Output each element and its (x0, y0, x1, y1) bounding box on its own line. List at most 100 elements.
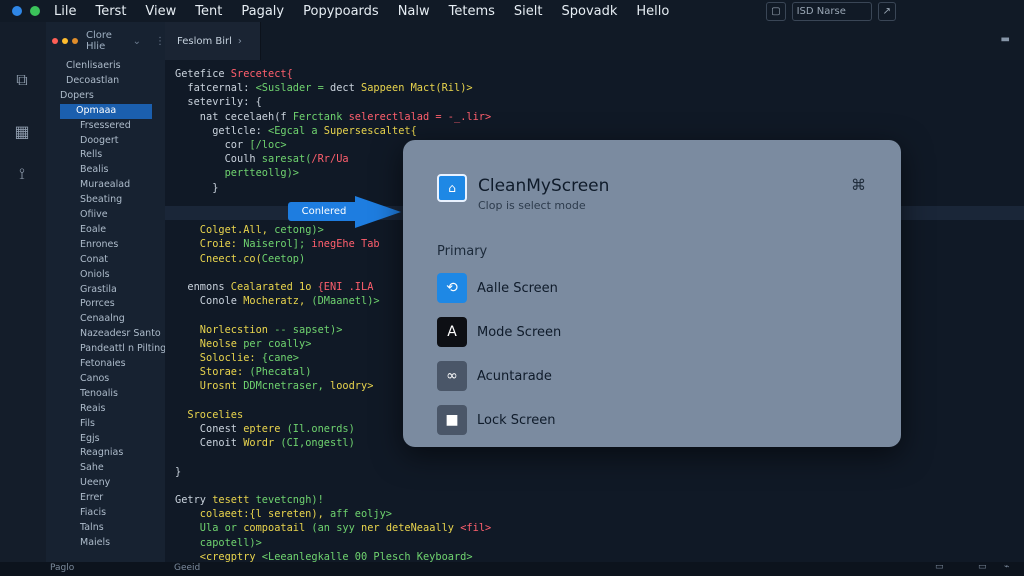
window-control-blue[interactable] (12, 6, 22, 16)
files-icon[interactable]: ⧉ (12, 70, 32, 90)
status-icon-a[interactable]: ▭ (935, 562, 944, 572)
code-line: } (175, 182, 218, 194)
tree-item[interactable]: Ueeny (80, 477, 110, 488)
tree-item[interactable]: Porrces (80, 298, 115, 309)
tree-item[interactable]: Errer (80, 492, 103, 503)
tab-active[interactable]: Feslom Birl › (165, 22, 261, 60)
code-line: Storae: (Phecatal) (175, 366, 312, 378)
menu-item[interactable]: Pagaly (241, 4, 284, 19)
section-heading: Primary (437, 244, 488, 259)
tree-item[interactable]: Fetonaies (80, 358, 126, 369)
code-token: Cneect.co( (175, 252, 262, 265)
code-token: Conole (175, 295, 244, 308)
tree-item[interactable]: Muraealad (80, 179, 130, 190)
tree-item[interactable]: Clenlisaeris (66, 60, 121, 71)
tree-item[interactable]: Bealis (80, 164, 108, 175)
option-lock[interactable]: ■ Lock Screen (437, 404, 867, 436)
status-icon-c[interactable]: ⌁ (1004, 562, 1009, 572)
code-token: Sappeen Mact(Ril)> (361, 82, 473, 95)
status-icon-b[interactable]: ▭ (978, 562, 987, 572)
share-icon[interactable]: ↗ (877, 2, 896, 21)
code-token: Srecetect{ (230, 68, 293, 80)
menu-items: Lile Terst View Tent Pagaly Popypoards Nalw Tet… (54, 4, 688, 19)
code-token: getlcle: (175, 124, 268, 137)
option-text-cursor[interactable]: A Mode Screen (437, 316, 867, 348)
code-token: colaeet:{l sereten), (175, 508, 330, 521)
link-icon: ∞ (437, 361, 467, 391)
tree-item[interactable]: Fils (80, 418, 95, 429)
search-field[interactable]: ISD Narse (791, 2, 872, 21)
tree-item[interactable]: Egjs (80, 433, 100, 444)
more-icon[interactable]: ⋮ (155, 36, 165, 47)
code-line: Conest eptere (Il.onerds) (175, 423, 355, 435)
option-link[interactable]: ∞ Acuntarade (437, 360, 867, 392)
code-line: Getry tesett tevetcngh)! (175, 494, 324, 506)
code-token: <Egcal a (268, 124, 324, 137)
tree-item[interactable]: Sahe (80, 462, 104, 473)
menu-item[interactable]: Hello (636, 4, 669, 19)
tree-item[interactable]: Fiacis (80, 507, 106, 518)
code-line: Cneect.co(Ceetop) (175, 253, 305, 265)
explorer-panel: Clore Hlie ⌄ ⋮ Clenlisaeris Decoastlan Dop… (46, 22, 210, 562)
code-token: (CI,ongestl) (280, 437, 355, 450)
pin-icon[interactable]: ⌘ (851, 176, 866, 194)
tree-item[interactable]: Enrones (80, 239, 118, 250)
code-token: nat (175, 110, 225, 123)
chevron-down-icon[interactable]: ⌄ (133, 36, 141, 47)
code-token: aff eoljy> (329, 508, 392, 521)
tab-bar: Feslom Birl › ▬ (165, 22, 1024, 60)
tree-item[interactable]: Tenoalis (80, 388, 118, 399)
tree-item[interactable]: Maiels (80, 537, 110, 548)
tree-item[interactable]: Grastila (80, 284, 117, 295)
window-control-green[interactable] (30, 6, 40, 16)
tree-item[interactable]: Decoastlan (66, 75, 119, 86)
code-token: (DMaanetl)> (311, 295, 380, 308)
extensions-icon[interactable]: ▦ (12, 122, 32, 142)
code-line: Coulh saresat(/Rr/Ua (175, 153, 349, 165)
code-line: setevrily: { (175, 96, 261, 108)
menu-item[interactable]: View (145, 4, 176, 19)
refresh-screen-icon: ⟲ (437, 273, 467, 303)
menu-item[interactable]: Tent (195, 4, 222, 19)
tree-item[interactable]: Dopers (60, 90, 94, 101)
tree-item[interactable]: Talns (80, 522, 104, 533)
code-token: <cregptry (175, 550, 262, 563)
lock-icon: ■ (437, 405, 467, 435)
tree-item[interactable]: Nazeadesr Santo (80, 328, 161, 339)
callout-badge: Conlered (288, 202, 360, 221)
callout-label: Conlered (301, 206, 347, 217)
status-middle: Geeid (174, 563, 201, 573)
tree-item[interactable]: Frsessered (80, 120, 131, 131)
option-refresh-screen[interactable]: ⟲ Aalle Screen (437, 272, 867, 304)
menu-item[interactable]: Sielt (514, 4, 543, 19)
source-control-icon[interactable]: ⟟ (12, 164, 32, 184)
code-token: compoatail (243, 522, 312, 535)
tree-item[interactable]: Reais (80, 403, 105, 414)
tree-item[interactable]: Sbeating (80, 194, 122, 205)
window-icon[interactable]: ▢ (766, 2, 786, 21)
tree-item[interactable]: Pandeattl n Pilting (80, 343, 166, 354)
text-cursor-icon: A (437, 317, 467, 347)
status-left: Paglo (50, 563, 75, 573)
tree-item[interactable]: Rells (80, 149, 102, 160)
menu-item[interactable]: Popypoards (303, 4, 379, 19)
search-field-label: ISD Narse (796, 6, 846, 17)
tree-item[interactable]: Cenaalng (80, 313, 125, 324)
tree-item[interactable]: Doogert (80, 135, 118, 146)
menu-item[interactable]: Spovadk (561, 4, 617, 19)
status-bar: Paglo Geeid ▭ ▭ ⌁ (0, 562, 1024, 576)
tree-item[interactable]: Conat (80, 254, 108, 265)
menu-item[interactable]: Terst (95, 4, 126, 19)
tree-item[interactable]: Ofiive (80, 209, 108, 220)
code-line: Neolse per coally> (175, 338, 312, 350)
tree-item[interactable]: Canos (80, 373, 109, 384)
tree-item[interactable]: Opmaaa (76, 105, 116, 116)
minimize-icon[interactable]: ▬ (1001, 34, 1010, 45)
tree-item[interactable]: Oniols (80, 269, 110, 280)
menu-item[interactable]: Nalw (398, 4, 430, 19)
code-token: {ENI .ILA (317, 281, 374, 293)
tree-item[interactable]: Reagnias (80, 447, 123, 458)
menu-item[interactable]: Tetems (449, 4, 495, 19)
menu-item[interactable]: Lile (54, 4, 76, 19)
tree-item[interactable]: Eoale (80, 224, 106, 235)
